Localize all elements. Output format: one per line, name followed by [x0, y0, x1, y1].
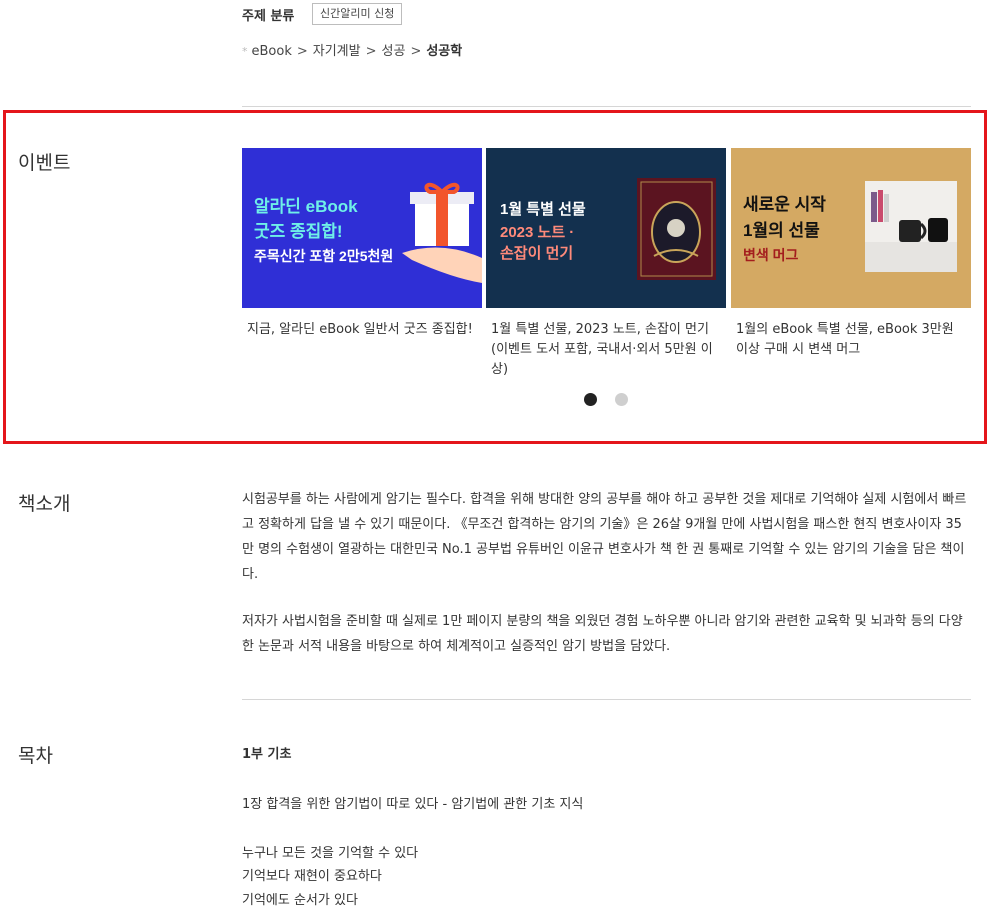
breadcrumb-success[interactable]: 성공	[382, 44, 406, 59]
breadcrumb-success-studies[interactable]: 성공학	[426, 44, 462, 59]
mug-photo-image	[865, 181, 957, 272]
event-banner-goods-line1: 알라딘 eBook	[254, 197, 358, 216]
event-banner-mug-line1: 새로운 시작	[743, 195, 826, 214]
event-caption-goods[interactable]: 지금, 알라딘 eBook 일반서 굿즈 종집합!	[247, 320, 477, 340]
event-banner-mug-line3: 변색 머그	[743, 247, 799, 263]
event-banner-notebook-line1: 1월 특별 선물	[500, 200, 586, 218]
event-caption-mug[interactable]: 1월의 eBook 특별 선물, eBook 3만원 이상 구매 시 변색 머그	[736, 320, 966, 360]
toc-item: 기억보다 재현이 중요하다	[242, 869, 382, 884]
event-banner-mug-line2: 1월의 선물	[743, 221, 820, 240]
event-banner-goods-line3: 주목신간 포함 2만5천원	[254, 248, 393, 264]
event-banner-notebook[interactable]: 1월 특별 선물 2023 노트 · 손잡이 먼기	[486, 148, 726, 308]
toc-chapter: 1장 합격을 위한 암기법이 따로 있다 - 암기법에 관한 기초 지식	[242, 797, 584, 812]
subject-classification-title: 주제 분류	[242, 9, 295, 24]
notebook-cover-image	[637, 178, 716, 280]
toc-item: 기억에도 순서가 있다	[242, 893, 358, 908]
breadcrumb-self-development[interactable]: 자기계발	[313, 44, 361, 59]
event-banner-notebook-line2: 2023 노트 ·	[500, 224, 574, 241]
breadcrumb-separator: >	[410, 44, 422, 59]
section-divider	[242, 699, 971, 700]
breadcrumb: * eBook > 자기계발 > 성공 > 성공학	[242, 40, 462, 59]
breadcrumb-ebook[interactable]: eBook	[252, 44, 292, 59]
intro-paragraph-2: 저자가 사법시험을 준비할 때 실제로 1만 페이지 분량의 책을 외웠던 경험…	[242, 614, 963, 654]
breadcrumb-separator: >	[365, 44, 377, 59]
intro-section-label: 책소개	[18, 493, 71, 515]
event-caption-notebook[interactable]: 1월 특별 선물, 2023 노트, 손잡이 먼기 (이벤트 도서 포함, 국내…	[491, 320, 721, 380]
carousel-dot-inactive[interactable]	[615, 393, 628, 406]
event-banner-mug[interactable]: 새로운 시작 1월의 선물 변색 머그	[731, 148, 971, 308]
breadcrumb-separator: >	[296, 44, 308, 59]
toc-section-label: 목차	[18, 745, 53, 767]
breadcrumb-bullet: *	[242, 45, 248, 58]
toc-part: 1부 기초	[242, 747, 292, 762]
section-divider	[242, 106, 971, 107]
intro-paragraph-1: 시험공부를 하는 사람에게 암기는 필수다. 합격을 위해 방대한 양의 공부를…	[242, 492, 967, 582]
toc-item: 누구나 모든 것을 기억할 수 있다	[242, 846, 419, 861]
event-banner-goods-line2: 굿즈 종집합!	[254, 221, 343, 241]
event-banner-goods[interactable]: 알라딘 eBook 굿즈 종집합! 주목신간 포함 2만5천원	[242, 148, 482, 308]
new-book-alert-button[interactable]: 신간알리미 신청	[312, 3, 403, 25]
event-section-label: 이벤트	[18, 152, 71, 174]
event-banner-notebook-line3: 손잡이 먼기	[500, 244, 573, 262]
carousel-dot-active[interactable]	[584, 393, 597, 406]
